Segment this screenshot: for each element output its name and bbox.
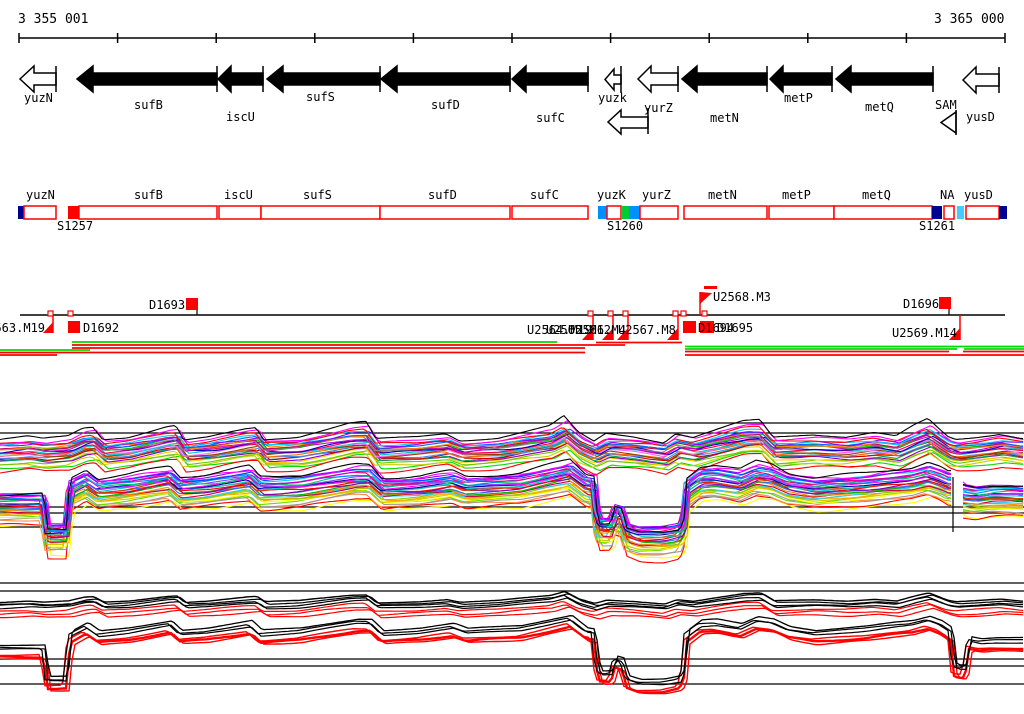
gene-arrow-sufB[interactable] bbox=[75, 64, 218, 94]
marker-label-D1695: D1695 bbox=[717, 321, 754, 335]
marker-flag-anchor bbox=[672, 310, 679, 317]
segment-box-navy[interactable] bbox=[999, 206, 1007, 219]
expression-trace bbox=[0, 478, 1024, 546]
gene-arrow-metN[interactable] bbox=[680, 64, 768, 94]
segment-label-iscU: iscU bbox=[224, 188, 253, 202]
segment-box-metQ[interactable] bbox=[833, 205, 933, 220]
gene-label-SAM: SAM bbox=[935, 98, 957, 112]
ruler-end-coordinate: 3 365 000 bbox=[934, 12, 1005, 27]
segment-label-sufS: sufS bbox=[303, 188, 332, 202]
segment-box-red[interactable] bbox=[68, 206, 79, 219]
gene-arrow-yuzN[interactable] bbox=[18, 64, 57, 94]
expression-trace bbox=[0, 619, 1023, 686]
segment-label-NA: NA bbox=[940, 188, 955, 202]
marker-anchor bbox=[67, 310, 74, 317]
segment-label-yuzK: yuzK bbox=[597, 188, 626, 202]
segment-box-sufD[interactable] bbox=[379, 205, 511, 220]
segment-label-yuzN: yuzN bbox=[26, 188, 55, 202]
segment-label-yusD: yusD bbox=[964, 188, 993, 202]
segment-box-iscU[interactable] bbox=[218, 205, 262, 220]
expression-trace bbox=[0, 623, 1023, 692]
expression-trace bbox=[0, 615, 1024, 681]
segment-box-sufB[interactable] bbox=[78, 205, 218, 220]
segment-box-blue[interactable] bbox=[629, 206, 640, 219]
gene-label-iscU: iscU bbox=[226, 110, 255, 124]
segment-label-sufC: sufC bbox=[530, 188, 559, 202]
gene-label-yuzk: yuzk bbox=[598, 91, 627, 105]
marker-label-U2568.M3: U2568.M3 bbox=[713, 290, 771, 304]
marker-flag-anchor bbox=[587, 310, 594, 317]
gene-arrow-unnamed[interactable] bbox=[606, 108, 649, 136]
segment-label-sufD: sufD bbox=[428, 188, 457, 202]
marker-label-D1696: D1696 bbox=[903, 297, 940, 311]
segment-id-S1260: S1260 bbox=[607, 219, 644, 233]
gene-label-yurZ: yurZ bbox=[644, 101, 673, 115]
segment-label-metP: metP bbox=[782, 188, 811, 202]
gene-label-sufC: sufC bbox=[536, 111, 565, 125]
gene-label-yusD: yusD bbox=[966, 110, 995, 124]
segment-id-S1257: S1257 bbox=[57, 219, 94, 233]
segment-label-metN: metN bbox=[708, 188, 737, 202]
marker-square-D1694[interactable] bbox=[683, 321, 696, 333]
segment-label-yurZ: yurZ bbox=[642, 188, 671, 202]
gene-arrow-sufC[interactable] bbox=[510, 64, 589, 94]
expression-trace bbox=[0, 487, 1024, 551]
gene-arrow-sufS[interactable] bbox=[265, 64, 381, 94]
gene-label-sufB: sufB bbox=[134, 98, 163, 112]
marker-label-U2569.M14: U2569.M14 bbox=[892, 326, 958, 340]
segment-box-navy[interactable] bbox=[18, 206, 24, 219]
gene-label-metP: metP bbox=[784, 91, 813, 105]
segment-box-yuzK[interactable] bbox=[606, 205, 622, 220]
marker-flag-anchor bbox=[47, 310, 54, 317]
gene-arrow-metQ[interactable] bbox=[834, 64, 934, 94]
segment-box-sufC[interactable] bbox=[511, 205, 589, 220]
marker-label-U2563.M19: U2563.M19 bbox=[0, 321, 46, 335]
segment-label-metQ: metQ bbox=[862, 188, 891, 202]
segment-box-cyan[interactable] bbox=[957, 206, 964, 219]
gene-arrow-SAM[interactable] bbox=[939, 110, 957, 135]
gene-label-yuzN: yuzN bbox=[24, 91, 53, 105]
segment-id-S1261: S1261 bbox=[919, 219, 956, 233]
gene-arrow-sufD[interactable] bbox=[379, 64, 511, 94]
segment-box-blue[interactable] bbox=[598, 206, 607, 219]
gene-arrow-iscU[interactable] bbox=[216, 64, 264, 94]
segment-box-navy[interactable] bbox=[932, 206, 942, 219]
segment-box-yurZ[interactable] bbox=[639, 205, 679, 220]
expression-trace bbox=[0, 487, 1024, 552]
gene-arrow-metP[interactable] bbox=[768, 64, 833, 94]
gene-label-metQ: metQ bbox=[865, 100, 894, 114]
marker-label-U2567.M8: U2567.M8 bbox=[618, 323, 676, 337]
expression-trace bbox=[0, 493, 1024, 564]
marker-anchor bbox=[701, 310, 708, 317]
gene-arrow-yuzk[interactable] bbox=[604, 66, 622, 93]
segment-label-sufB: sufB bbox=[134, 188, 163, 202]
marker-label-D1692: D1692 bbox=[83, 321, 120, 335]
marker-anchor bbox=[680, 310, 687, 317]
segment-box-metN[interactable] bbox=[683, 205, 768, 220]
gene-label-metN: metN bbox=[710, 111, 739, 125]
genome-browser-view: 3 355 001 3 365 000 yuzN sufB iscU sufS sufD… bbox=[0, 0, 1024, 714]
segment-box-NA[interactable] bbox=[943, 205, 955, 220]
gene-arrow-yurZ[interactable] bbox=[636, 64, 679, 94]
expression-trace bbox=[0, 617, 1023, 683]
marker-square-D1693[interactable] bbox=[186, 298, 198, 310]
marker-flag-anchor bbox=[607, 310, 614, 317]
marker-flag-triangle[interactable] bbox=[700, 292, 712, 304]
segment-box-green[interactable] bbox=[621, 206, 629, 219]
marker-square-D1692[interactable] bbox=[68, 321, 80, 333]
expression-trace bbox=[0, 606, 1024, 620]
marker-flag-dash bbox=[704, 286, 717, 289]
gene-label-sufS: sufS bbox=[306, 90, 335, 104]
marker-flag-anchor bbox=[622, 310, 629, 317]
expression-trace bbox=[0, 490, 1024, 556]
gene-arrow-yusD[interactable] bbox=[961, 65, 1000, 95]
gene-label-sufD: sufD bbox=[431, 98, 460, 112]
segment-box-yuzN[interactable] bbox=[23, 205, 57, 220]
segment-box-sufS[interactable] bbox=[260, 205, 381, 220]
marker-label-D1693: D1693 bbox=[149, 298, 186, 312]
ruler-start-coordinate: 3 355 001 bbox=[18, 12, 89, 27]
marker-square-D1696[interactable] bbox=[939, 297, 951, 309]
segment-box-yusD[interactable] bbox=[965, 205, 1000, 220]
segment-box-metP[interactable] bbox=[768, 205, 835, 220]
